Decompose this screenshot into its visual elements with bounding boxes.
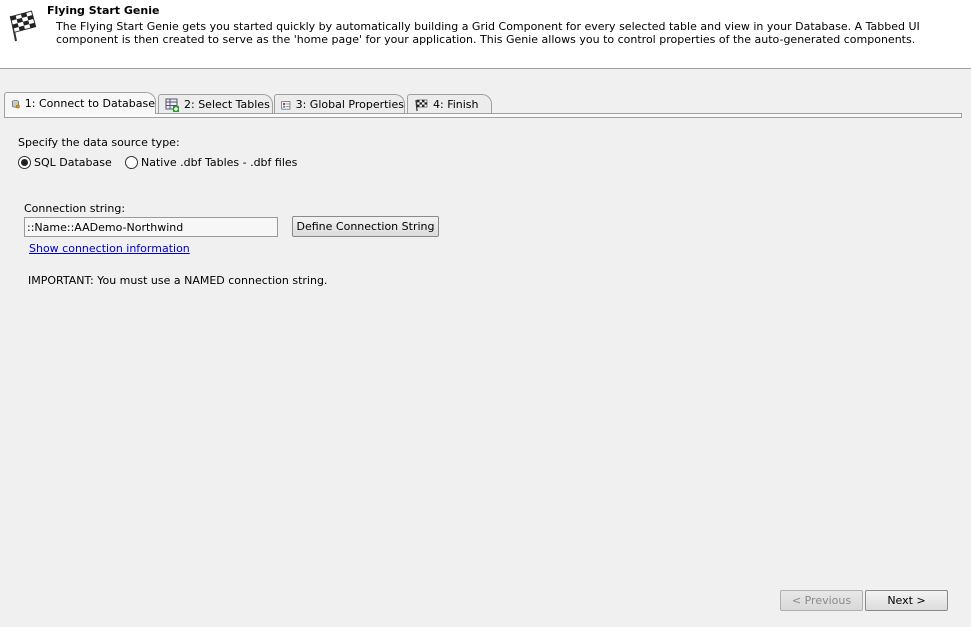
connection-string-label: Connection string: [24,202,126,215]
wizard-tabs: 1: Connect to Database 2: Select Tables … [4,92,964,114]
tab-connect-database[interactable]: 1: Connect to Database [4,92,156,114]
radio-label: SQL Database [34,156,112,169]
tab-global-properties[interactable]: 3: Global Properties [274,94,405,114]
radio-label: Native .dbf Tables - .dbf files [141,156,298,169]
wizard-description: The Flying Start Genie gets you started … [56,20,920,46]
next-button[interactable]: Next > [865,590,948,611]
important-note: IMPORTANT: You must use a NAMED connecti… [28,274,328,287]
wizard-title: Flying Start Genie [47,4,160,17]
radio-sql-database[interactable]: SQL Database [18,156,112,169]
table-add-icon [165,98,179,112]
connection-string-field[interactable]: ::Name::AADemo-Northwind [24,217,278,237]
wizard-header: Flying Start Genie The Flying Start Geni… [0,0,974,69]
datasource-prompt: Specify the data source type: [18,136,180,149]
tab-label: 4: Finish [433,98,479,111]
radio-native-dbf[interactable]: Native .dbf Tables - .dbf files [125,156,297,169]
show-connection-info-link[interactable]: Show connection information [29,242,190,255]
previous-button[interactable]: < Previous [780,590,863,611]
checkered-flag-icon [9,10,37,42]
tab-finish[interactable]: 4: Finish [407,94,492,114]
checkered-flag-icon [415,99,428,111]
radio-button[interactable] [18,156,31,169]
define-connection-string-button[interactable]: Define Connection String [292,216,439,237]
tab-select-tables[interactable]: 2: Select Tables [158,94,273,114]
tab-label: 2: Select Tables [184,98,270,111]
database-icon [11,99,20,108]
properties-icon [281,100,291,109]
tab-label: 1: Connect to Database [24,97,155,110]
radio-button[interactable] [125,156,138,169]
tab-label: 3: Global Properties [295,98,404,111]
